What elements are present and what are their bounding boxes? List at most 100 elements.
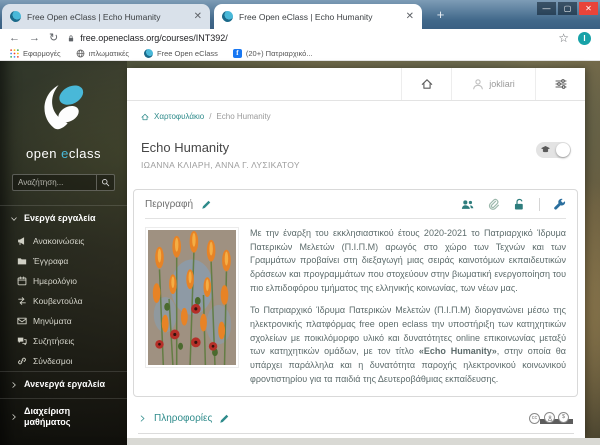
course-image [145, 227, 239, 368]
bookmark-eclass[interactable]: Free Open eClass [144, 49, 218, 58]
sidebar-item[interactable]: Κουβεντούλα [0, 291, 127, 311]
sidebar: open eclass Ενεργά εργαλεία Ανακοινώσεις Έ… [0, 61, 127, 445]
sidebar-item[interactable]: Ημερολόγιο [0, 271, 127, 291]
sidebar-section-label: Ενεργά εργαλεία [24, 213, 96, 224]
users-group-icon[interactable] [461, 198, 474, 211]
bookmark-apps[interactable]: Εφαρμογές [10, 49, 61, 58]
description-text: Με την έναρξη του εκκλησιαστικού έτους 2… [250, 227, 566, 386]
content-card: jokliari Χαρτοφυλάκιο / Echo Humanity Ec… [127, 68, 585, 438]
user-icon [472, 78, 484, 90]
sidebar-item[interactable]: Έγγραφα [0, 251, 127, 271]
info-heading: Πληροφορίες [154, 413, 212, 424]
browser-tab-2[interactable]: Free Open eClass | Echo Humanity ✕ [214, 4, 422, 29]
facebook-icon: f [233, 49, 242, 58]
calendar-icon [17, 276, 27, 286]
sidebar-nav: Ενεργά εργαλεία Ανακοινώσεις Έγγραφα Ημερολ… [0, 205, 127, 435]
url-field[interactable]: free.openeclass.org/courses/INT392/ [67, 33, 549, 43]
home-button[interactable] [401, 68, 451, 100]
home-icon [141, 113, 149, 121]
search-icon [101, 178, 110, 187]
edit-pencil-icon[interactable] [219, 413, 230, 424]
browser-urlbar: ← → ↻ free.openeclass.org/courses/INT392… [0, 29, 600, 47]
envelope-icon [17, 316, 27, 326]
sidebar-item-label: Συζητήσεις [33, 336, 74, 346]
link-icon [17, 356, 27, 366]
new-tab-button[interactable]: + [432, 7, 449, 24]
globe-icon [76, 49, 85, 58]
sidebar-section-label: Ανενεργά εργαλεία [24, 379, 105, 390]
lock-icon [67, 34, 75, 43]
sidebar-section-label: Διαχείριση μαθήματος [24, 406, 110, 429]
forward-icon[interactable]: → [29, 33, 40, 44]
bookmark-star-icon[interactable]: ☆ [558, 32, 569, 44]
sidebar-section-0[interactable]: Ενεργά εργαλεία [0, 205, 127, 231]
card-header: jokliari [127, 68, 585, 101]
page-background: open eclass Ενεργά εργαλεία Ανακοινώσεις Έ… [0, 61, 600, 445]
window-maximize-button[interactable]: ▢ [558, 2, 577, 15]
cc-license-badge[interactable]: cc $ [529, 412, 571, 424]
sidebar-section-2[interactable]: Διαχείριση μαθήματος [0, 398, 127, 436]
edit-pencil-icon[interactable] [201, 199, 212, 210]
wrench-icon[interactable] [553, 198, 566, 211]
breadcrumb-portfolio-link[interactable]: Χαρτοφυλάκιο [154, 112, 204, 121]
sidebar-item[interactable]: Σύνδεσμοι [0, 351, 127, 371]
unlock-icon[interactable] [513, 198, 526, 211]
chevron-right-icon [10, 413, 18, 421]
divider [539, 198, 540, 211]
user-menu[interactable]: jokliari [451, 68, 535, 100]
cc-icon: cc [529, 413, 540, 424]
tab-title: Free Open eClass | Echo Humanity [239, 12, 400, 22]
page-title: Echo Humanity [141, 140, 300, 155]
chevron-right-icon [10, 381, 18, 389]
tab-close-icon[interactable]: ✕ [406, 11, 414, 22]
bookmark-facebook[interactable]: f (20+) Πατριαρχικό... [233, 49, 313, 58]
comments-icon [17, 336, 27, 346]
bookmark-item[interactable]: ιπλωματικές [76, 49, 129, 58]
search-button[interactable] [96, 175, 114, 190]
breadcrumb: Χαρτοφυλάκιο / Echo Humanity [127, 101, 585, 121]
sidebar-item[interactable]: Ανακοινώσεις [0, 231, 127, 251]
info-section-toggle[interactable]: Πληροφορίες [138, 413, 230, 424]
sidebar-item-label: Μηνύματα [33, 316, 72, 326]
tab-title: Free Open eClass | Echo Humanity [27, 12, 188, 22]
eclass-favicon-icon [222, 11, 233, 22]
sidebar-item[interactable]: Συζητήσεις [0, 331, 127, 351]
paperclip-icon[interactable] [487, 198, 500, 211]
chevron-right-icon [138, 414, 147, 423]
eclass-favicon-icon [10, 11, 21, 22]
settings-button[interactable] [535, 68, 585, 100]
openeclass-logo-icon [35, 77, 93, 135]
description-panel: Περιγραφή [133, 189, 578, 397]
divider [145, 218, 566, 219]
student-view-toggle[interactable] [536, 142, 571, 158]
sidebar-item[interactable]: Μηνύματα [0, 311, 127, 331]
breadcrumb-separator: / [209, 112, 211, 121]
toggle-knob [556, 143, 570, 157]
sidebar-section-1[interactable]: Ανενεργά εργαλεία [0, 371, 127, 397]
brand-text: open eclass [0, 146, 127, 161]
window-close-button[interactable]: ✕ [579, 2, 598, 15]
username: jokliari [489, 79, 515, 89]
course-instructors: ΙΩΑΝΝΑ ΚΛΙΑΡΗ, ΑΝΝΑ Γ. ΛΥΣΙΚΑΤΟΥ [141, 160, 300, 170]
bookmarks-bar: Εφαρμογές ιπλωματικές Free Open eClass f… [0, 47, 600, 61]
tab-close-icon[interactable]: ✕ [194, 11, 202, 22]
window-minimize-button[interactable]: — [537, 2, 556, 15]
sidebar-search [12, 174, 115, 191]
sidebar-item-label: Έγγραφα [33, 256, 68, 266]
apps-grid-icon [10, 49, 19, 58]
sidebar-item-label: Κουβεντούλα [33, 296, 83, 306]
folder-icon [17, 256, 27, 266]
home-icon [421, 78, 433, 90]
description-paragraph: Με την έναρξη του εκκλησιαστικού έτους 2… [250, 227, 566, 295]
browser-avatar[interactable]: I [578, 32, 591, 45]
reload-icon[interactable]: ↻ [49, 33, 58, 44]
back-icon[interactable]: ← [9, 33, 20, 44]
megaphone-icon [17, 236, 27, 246]
browser-tab-1[interactable]: Free Open eClass | Echo Humanity ✕ [2, 4, 210, 29]
chevron-down-icon [10, 215, 18, 223]
graduation-cap-icon [540, 145, 551, 155]
search-input[interactable] [13, 175, 96, 190]
sidebar-item-label: Ημερολόγιο [33, 276, 77, 286]
sliders-icon [555, 78, 567, 90]
eclass-favicon-icon [144, 49, 153, 58]
